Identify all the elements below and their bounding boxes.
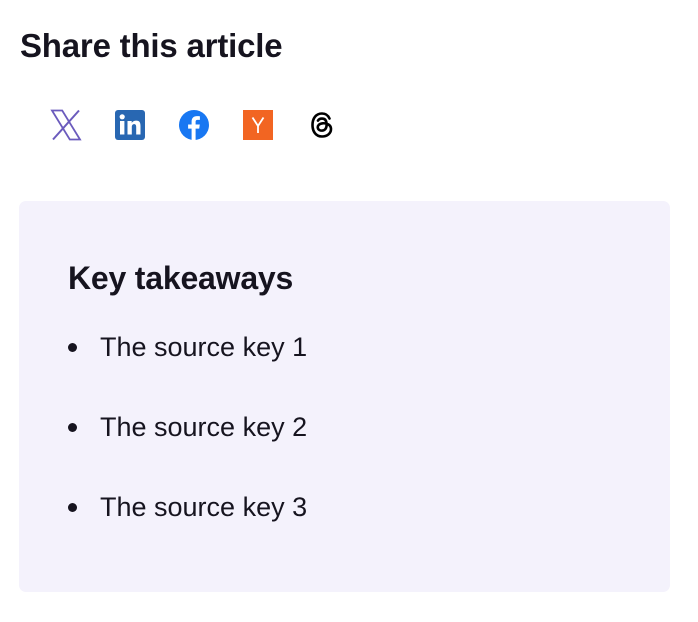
x-twitter-icon: [50, 109, 82, 141]
facebook-icon: [178, 109, 210, 141]
list-item-text: The source key 2: [100, 412, 308, 442]
hacker-news-icon: [242, 109, 274, 141]
share-threads-link[interactable]: [306, 109, 338, 141]
bullet-icon: [68, 502, 77, 512]
list-item: The source key 3: [68, 487, 307, 527]
share-links: [50, 108, 338, 142]
key-takeaways-title: Key takeaways: [68, 260, 294, 296]
list-item: The source key 2: [68, 407, 307, 447]
share-x-link[interactable]: [50, 109, 82, 141]
bullet-icon: [68, 342, 77, 352]
list-item-text: The source key 3: [100, 492, 308, 522]
share-hacker-news-link[interactable]: [242, 109, 274, 141]
share-facebook-link[interactable]: [178, 109, 210, 141]
share-title: Share this article: [20, 27, 283, 64]
bullet-icon: [68, 422, 77, 432]
linkedin-icon: [114, 109, 146, 141]
list-item: The source key 1: [68, 327, 307, 367]
key-takeaways-list: The source key 1 The source key 2 The so…: [68, 327, 307, 567]
threads-icon: [306, 109, 338, 141]
key-takeaways-box: Key takeaways The source key 1 The sourc…: [19, 201, 670, 592]
list-item-text: The source key 1: [100, 332, 308, 362]
share-linkedin-link[interactable]: [114, 109, 146, 141]
